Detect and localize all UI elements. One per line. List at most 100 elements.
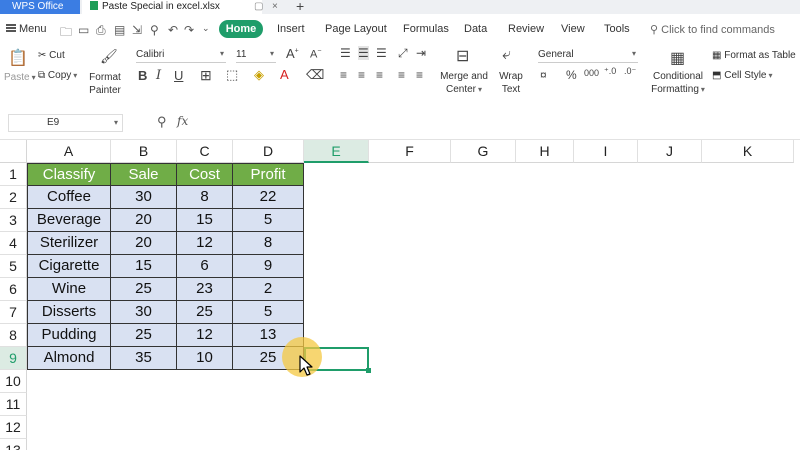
row-header-5[interactable]: 5 — [0, 255, 27, 278]
tab-review[interactable]: Review — [508, 23, 544, 35]
wrap-text-button[interactable]: Wrap Text — [494, 70, 528, 96]
format-as-table-button[interactable]: ▦ Format as Table — [712, 50, 796, 61]
print-icon[interactable]: ⎙ — [96, 23, 106, 38]
table-cell[interactable]: Disserts — [27, 301, 111, 324]
column-header-h[interactable]: H — [516, 140, 574, 163]
italic-icon[interactable]: I — [156, 68, 161, 83]
row-header-11[interactable]: 11 — [0, 393, 27, 416]
table-cell[interactable]: Cigarette — [27, 255, 111, 278]
table-cell[interactable]: 9 — [233, 255, 304, 278]
increase-decimal-icon[interactable]: ⁺.0 — [604, 66, 616, 77]
copy-button[interactable]: ⧉ Copy ▾ — [38, 70, 77, 81]
row-header-7[interactable]: 7 — [0, 301, 27, 324]
wps-office-tab[interactable]: WPS Office — [0, 0, 80, 14]
table-cell[interactable]: 12 — [177, 232, 233, 255]
column-header-j[interactable]: J — [638, 140, 702, 163]
table-cell[interactable]: 25 — [111, 278, 177, 301]
row-header-10[interactable]: 10 — [0, 370, 27, 393]
row-header-3[interactable]: 3 — [0, 209, 27, 232]
column-header-e[interactable]: E — [304, 140, 369, 163]
column-header-i[interactable]: I — [574, 140, 638, 163]
align-right-icon[interactable]: ≡ — [376, 68, 383, 82]
print-preview-icon[interactable]: ▤ — [114, 23, 125, 37]
cell-style-button[interactable]: ⬒ Cell Style ▾ — [712, 70, 773, 81]
undo-icon[interactable]: ↶ — [168, 23, 178, 37]
row-header-12[interactable]: 12 — [0, 416, 27, 439]
table-cell[interactable]: 6 — [177, 255, 233, 278]
indent-icon[interactable]: ⇥ — [416, 46, 426, 60]
menu-button[interactable]: Menu — [6, 23, 47, 35]
tab-page-layout[interactable]: Page Layout — [325, 23, 387, 35]
font-size-select[interactable]: 11 ▾ — [236, 49, 276, 63]
find-icon[interactable]: ⚲ — [150, 23, 159, 37]
table-cell[interactable]: 22 — [233, 186, 304, 209]
row-header-1[interactable]: 1 — [0, 163, 27, 186]
command-search[interactable]: ⚲ Click to find commands — [650, 23, 775, 36]
row-header-9[interactable]: 9 — [0, 347, 27, 370]
export-icon[interactable]: ⇲ — [132, 23, 142, 37]
tab-home[interactable]: Home — [219, 20, 263, 38]
currency-icon[interactable]: ¤ — [540, 68, 547, 82]
select-all-corner[interactable] — [0, 140, 27, 163]
table-cell[interactable]: 8 — [177, 186, 233, 209]
column-header-a[interactable]: A — [27, 140, 111, 163]
close-tab-icon[interactable]: × — [272, 0, 278, 14]
bold-icon[interactable]: B — [138, 68, 147, 83]
row-header-2[interactable]: 2 — [0, 186, 27, 209]
table-cell[interactable]: 30 — [111, 301, 177, 324]
table-cell[interactable]: 25 — [111, 324, 177, 347]
redo-icon[interactable]: ↷ — [184, 23, 194, 37]
table-cell[interactable]: 35 — [111, 347, 177, 370]
pin-icon[interactable]: ▢ — [254, 0, 263, 14]
table-cell[interactable]: 8 — [233, 232, 304, 255]
font-name-select[interactable]: Calibri ▾ — [136, 49, 226, 63]
align-top-icon[interactable]: ☰ — [340, 46, 351, 60]
table-cell[interactable]: 20 — [111, 209, 177, 232]
merge-center-button[interactable]: Merge and Center ▾ — [436, 70, 492, 96]
row-header-4[interactable]: 4 — [0, 232, 27, 255]
fx-icon[interactable]: fx — [177, 114, 188, 128]
file-tab[interactable]: Paste Special in excel.xlsx ▢ × — [82, 0, 278, 14]
customize-dropdown-icon[interactable]: ⌄ — [202, 23, 210, 34]
borders-icon[interactable]: ⊞ — [200, 67, 212, 84]
tab-data[interactable]: Data — [464, 23, 487, 35]
row-header-6[interactable]: 6 — [0, 278, 27, 301]
row-header-8[interactable]: 8 — [0, 324, 27, 347]
table-cell[interactable]: 2 — [233, 278, 304, 301]
table-cell[interactable]: Beverage — [27, 209, 111, 232]
increase-font-icon[interactable]: A+ — [286, 46, 299, 61]
table-header-profit[interactable]: Profit — [233, 163, 304, 186]
format-painter-button[interactable]: Format Painter — [85, 71, 125, 97]
table-cell[interactable]: 15 — [111, 255, 177, 278]
table-cell[interactable]: 5 — [233, 301, 304, 324]
justify-icon[interactable]: ≡ — [398, 68, 405, 82]
table-cell[interactable]: 30 — [111, 186, 177, 209]
conditional-formatting-button[interactable]: Conditional Formatting ▾ — [648, 70, 708, 96]
column-header-d[interactable]: D — [233, 140, 304, 163]
name-box[interactable]: E9 ▾ — [8, 114, 123, 132]
table-cell[interactable]: Pudding — [27, 324, 111, 347]
cut-button[interactable]: ✂ Cut — [38, 50, 65, 61]
table-cell[interactable]: 23 — [177, 278, 233, 301]
align-middle-icon[interactable]: ☰ — [358, 46, 369, 60]
column-header-g[interactable]: G — [451, 140, 516, 163]
fill-color-icon[interactable]: ◈ — [254, 67, 264, 83]
table-cell[interactable]: Almond — [27, 347, 111, 370]
decrease-font-icon[interactable]: A− — [310, 48, 321, 61]
cell-borders-style-icon[interactable]: ⬚ — [226, 67, 238, 83]
zoom-icon[interactable]: ⚲ — [157, 114, 167, 130]
table-cell[interactable]: 5 — [233, 209, 304, 232]
tab-tools[interactable]: Tools — [604, 23, 630, 35]
tab-insert[interactable]: Insert — [277, 23, 305, 35]
table-cell[interactable]: 25 — [177, 301, 233, 324]
table-header-classify[interactable]: Classify — [27, 163, 111, 186]
table-header-sale[interactable]: Sale — [111, 163, 177, 186]
align-center-icon[interactable]: ≡ — [358, 68, 365, 82]
table-cell[interactable]: 10 — [177, 347, 233, 370]
table-cell[interactable]: 15 — [177, 209, 233, 232]
table-header-cost[interactable]: Cost — [177, 163, 233, 186]
column-header-b[interactable]: B — [111, 140, 177, 163]
percent-icon[interactable]: % — [566, 68, 577, 82]
table-cell[interactable]: Wine — [27, 278, 111, 301]
save-icon[interactable]: ▭ — [78, 23, 89, 37]
